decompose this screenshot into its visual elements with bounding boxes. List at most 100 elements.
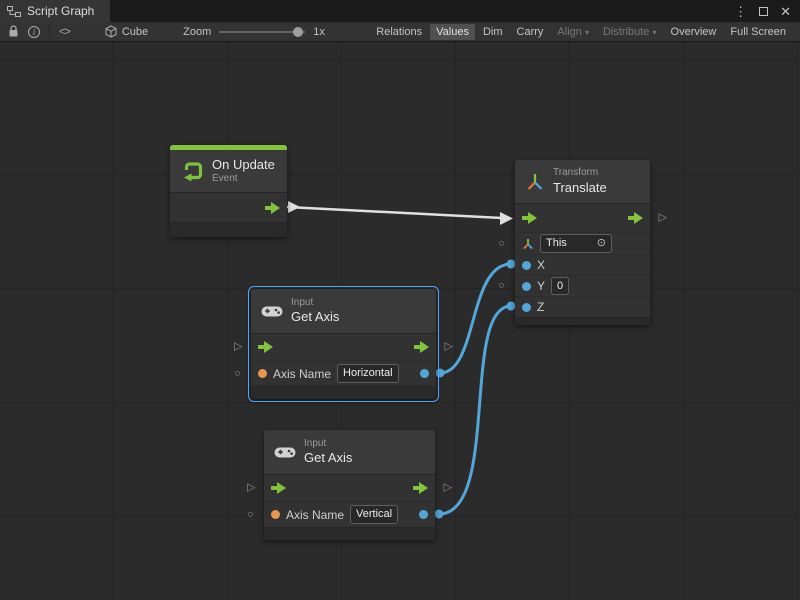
node-title: Get Axis bbox=[304, 450, 352, 466]
zoom-slider[interactable] bbox=[219, 26, 305, 38]
enter-port[interactable] bbox=[258, 341, 273, 353]
node-footer bbox=[264, 527, 435, 540]
node-translate[interactable]: Transform Translate ▷ ○ This ⊙ bbox=[515, 160, 650, 325]
node-get-axis-vertical[interactable]: Input Get Axis ▷ ▷ ○ Axis Name Vertical bbox=[264, 430, 435, 540]
window-controls: ⋮ ✕ bbox=[734, 0, 800, 22]
tab-script-graph[interactable]: Script Graph bbox=[0, 0, 110, 22]
exit-port-marker: ▷ bbox=[659, 213, 667, 224]
script-graph-window: Script Graph ⋮ ✕ i <> Cube Zoom bbox=[0, 0, 800, 600]
result-port[interactable] bbox=[419, 510, 428, 519]
overview-button[interactable]: Overview bbox=[665, 24, 723, 40]
tab-title: Script Graph bbox=[27, 4, 94, 18]
axis-name-label: Axis Name bbox=[286, 508, 344, 522]
distribute-button[interactable]: Distribute ▾ bbox=[597, 24, 663, 40]
close-icon[interactable]: ✕ bbox=[780, 5, 791, 18]
control-port-row: ▷ ▷ bbox=[251, 334, 436, 360]
update-loop-icon bbox=[180, 160, 204, 182]
graph-context[interactable]: Cube bbox=[105, 25, 148, 38]
control-port-row bbox=[170, 193, 287, 222]
axis-name-port[interactable] bbox=[271, 510, 280, 519]
zoom-label: Zoom bbox=[183, 26, 211, 38]
gamepad-icon bbox=[274, 445, 296, 459]
align-label: Align bbox=[557, 26, 581, 38]
enter-port-marker: ▷ bbox=[234, 342, 242, 353]
dim-button[interactable]: Dim bbox=[477, 24, 509, 40]
wire-control-onupdate-translate bbox=[287, 207, 502, 218]
axis-gizmo-icon bbox=[522, 238, 534, 250]
lock-icon[interactable] bbox=[8, 25, 19, 38]
zoom-slider-knob[interactable] bbox=[293, 27, 303, 37]
exit-port[interactable] bbox=[265, 202, 280, 214]
node-titles: On Update Event bbox=[212, 157, 275, 186]
maximize-icon[interactable] bbox=[759, 7, 768, 16]
kebab-menu-icon[interactable]: ⋮ bbox=[734, 5, 747, 18]
exit-port[interactable] bbox=[628, 212, 643, 224]
this-port-marker: ○ bbox=[498, 238, 505, 249]
exit-port[interactable] bbox=[414, 341, 429, 353]
info-icon[interactable]: i bbox=[28, 26, 40, 38]
node-header[interactable]: Transform Translate bbox=[515, 160, 650, 204]
chevron-down-icon: ▾ bbox=[653, 28, 657, 37]
enter-port[interactable] bbox=[271, 482, 286, 494]
axis-name-label: Axis Name bbox=[273, 367, 331, 381]
node-on-update-event[interactable]: On Update Event bbox=[170, 145, 287, 237]
node-category: Transform bbox=[553, 167, 607, 180]
z-port[interactable] bbox=[522, 303, 531, 312]
toolbar-separator bbox=[49, 25, 50, 38]
node-footer bbox=[251, 386, 436, 399]
node-titles: Input Get Axis bbox=[304, 438, 352, 467]
zoom-control: Zoom 1x bbox=[183, 26, 325, 38]
node-header[interactable]: Input Get Axis bbox=[251, 289, 436, 334]
toolbar: i <> Cube Zoom 1x Relations Values Dim C… bbox=[0, 22, 800, 42]
toolbar-buttons: Relations Values Dim Carry Align ▾ Distr… bbox=[370, 24, 792, 40]
exit-port[interactable] bbox=[413, 482, 428, 494]
enter-port[interactable] bbox=[522, 212, 537, 224]
relations-button[interactable]: Relations bbox=[370, 24, 428, 40]
titlebar: Script Graph ⋮ ✕ bbox=[0, 0, 800, 22]
node-titles: Input Get Axis bbox=[291, 297, 339, 326]
result-port[interactable] bbox=[420, 369, 429, 378]
node-get-axis-horizontal[interactable]: Input Get Axis ▷ ▷ ○ Axis Name Horizonta… bbox=[251, 289, 436, 399]
this-field[interactable]: This ⊙ bbox=[540, 234, 612, 252]
cube-icon bbox=[105, 25, 117, 38]
this-field-value: This bbox=[546, 236, 567, 250]
exit-port-marker: ▷ bbox=[445, 342, 453, 353]
node-header[interactable]: On Update Event bbox=[170, 150, 287, 193]
zoom-value: 1x bbox=[313, 26, 325, 38]
axis-name-field[interactable]: Horizontal bbox=[337, 364, 399, 382]
axis-name-port[interactable] bbox=[258, 369, 267, 378]
y-port[interactable] bbox=[522, 282, 531, 291]
z-port-label: Z bbox=[537, 300, 544, 314]
distribute-label: Distribute bbox=[603, 26, 649, 38]
y-value: 0 bbox=[557, 279, 563, 293]
axis-name-row: ○ Axis Name Horizontal bbox=[251, 360, 436, 386]
node-header[interactable]: Input Get Axis bbox=[264, 430, 435, 475]
values-button[interactable]: Values bbox=[430, 24, 475, 40]
full-screen-button[interactable]: Full Screen bbox=[724, 24, 792, 40]
wire-endpoint bbox=[435, 510, 444, 519]
axis-name-port-marker: ○ bbox=[247, 509, 254, 520]
code-icon[interactable]: <> bbox=[59, 26, 70, 38]
y-port-marker: ○ bbox=[498, 281, 505, 292]
control-port-row: ▷ ▷ bbox=[264, 475, 435, 501]
carry-button[interactable]: Carry bbox=[511, 24, 550, 40]
align-button[interactable]: Align ▾ bbox=[551, 24, 595, 40]
node-title: Get Axis bbox=[291, 309, 339, 325]
gamepad-icon bbox=[261, 304, 283, 318]
object-picker-icon: ⊙ bbox=[597, 236, 606, 250]
control-port-row: ▷ bbox=[515, 204, 650, 232]
node-titles: Transform Translate bbox=[553, 167, 607, 196]
x-port[interactable] bbox=[522, 261, 531, 270]
chevron-down-icon: ▾ bbox=[585, 28, 589, 37]
graph-canvas[interactable]: On Update Event Transform Translate bbox=[0, 42, 800, 600]
y-value-field[interactable]: 0 bbox=[551, 277, 569, 295]
axis-name-value: Vertical bbox=[356, 507, 392, 521]
this-port-row: ○ This ⊙ bbox=[515, 232, 650, 254]
wire-control-end-arrow bbox=[500, 212, 513, 225]
axis-name-port-marker: ○ bbox=[234, 368, 241, 379]
axis-name-field[interactable]: Vertical bbox=[350, 505, 398, 523]
context-label: Cube bbox=[122, 26, 148, 38]
zoom-slider-track bbox=[219, 31, 305, 33]
node-footer bbox=[170, 222, 287, 237]
node-category: Input bbox=[304, 438, 352, 451]
